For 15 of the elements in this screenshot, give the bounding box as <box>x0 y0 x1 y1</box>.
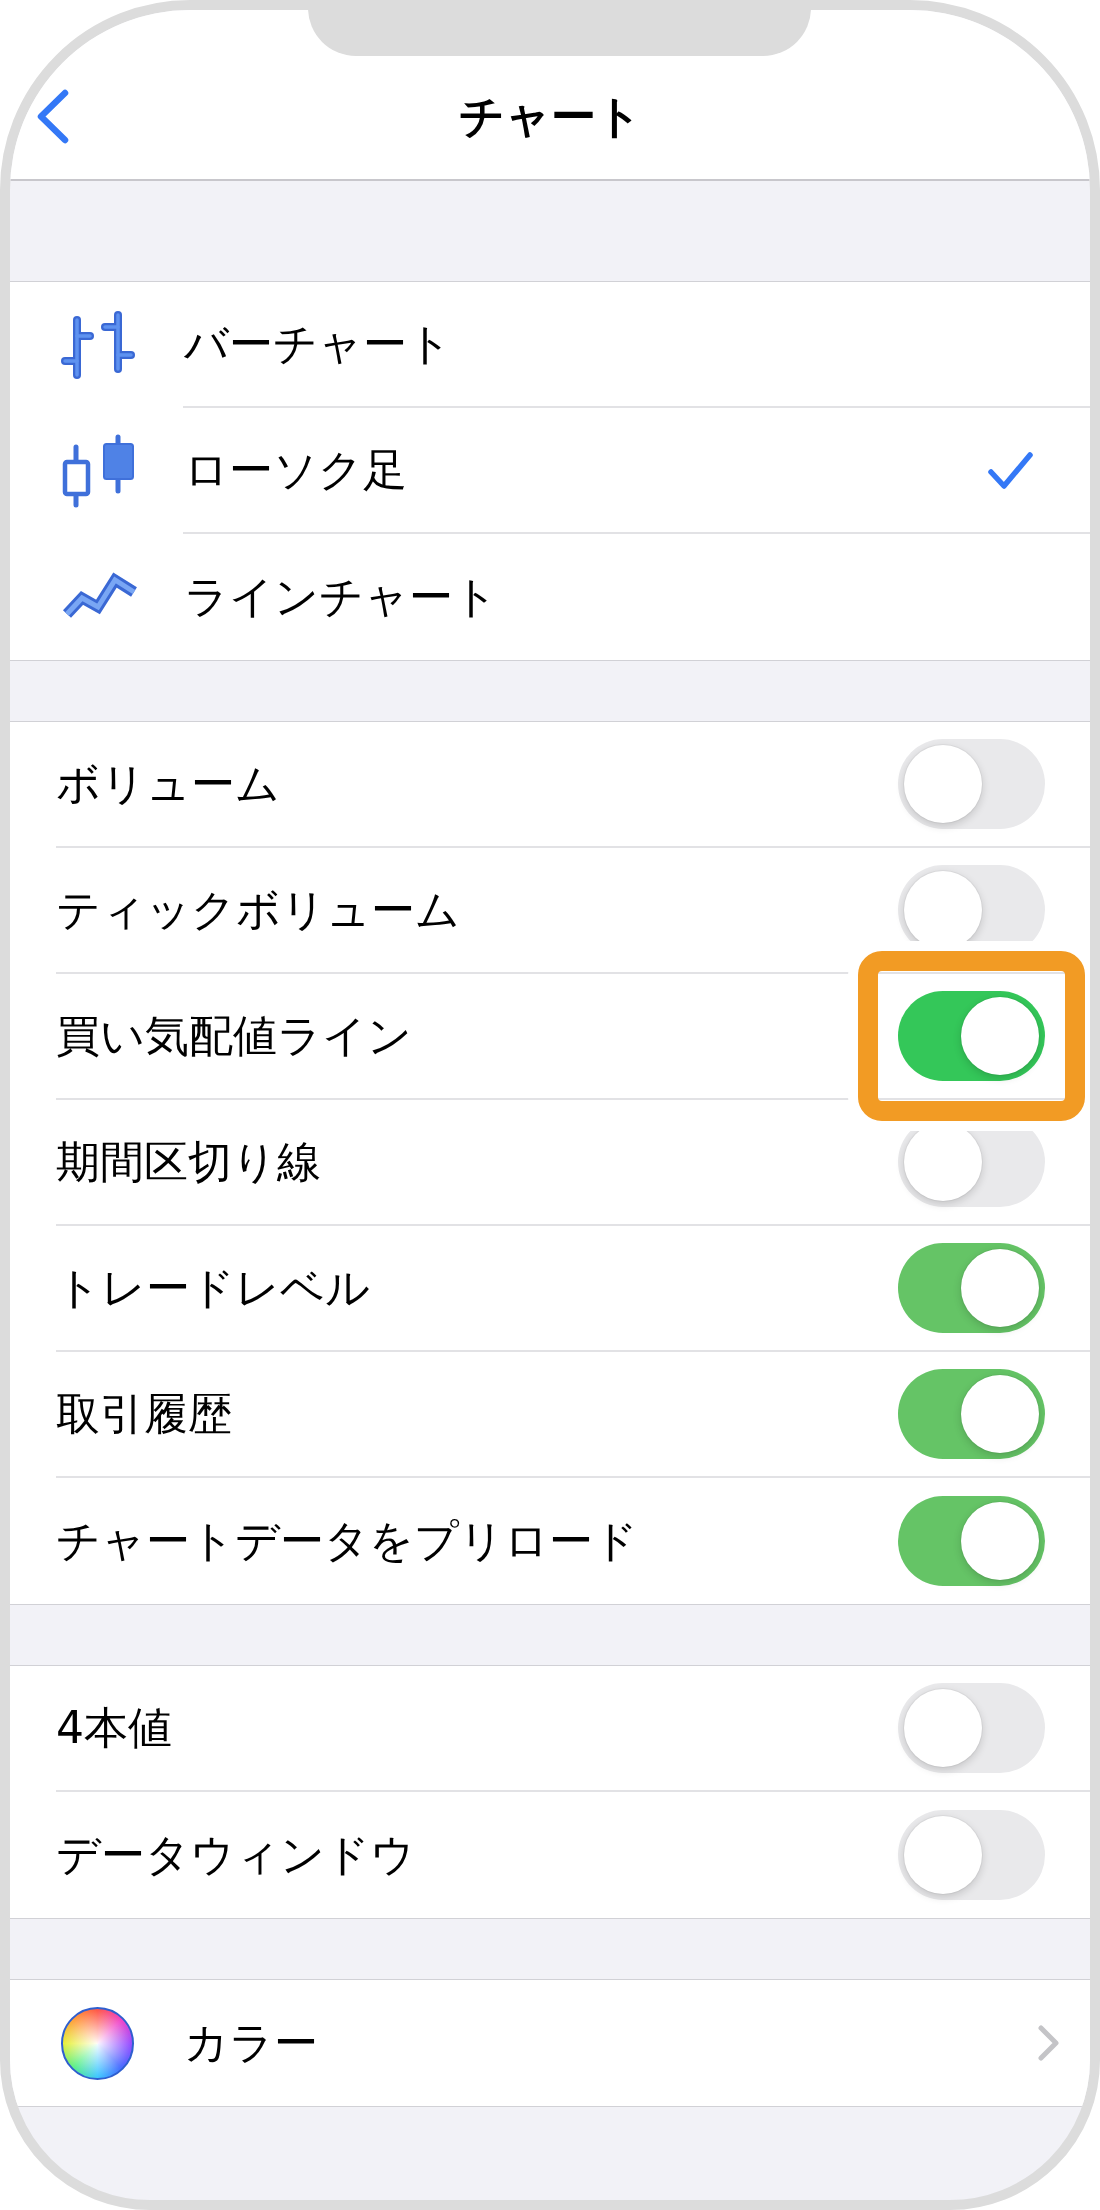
setting-label: チャートデータをプリロード <box>56 1513 638 1568</box>
back-button[interactable] <box>36 89 70 144</box>
screen-title: チャート <box>458 89 642 144</box>
back-chevron-icon <box>36 89 70 144</box>
setting-label: 取引履歴 <box>56 1386 232 1441</box>
setting-label: トレードレベル <box>56 1260 370 1315</box>
chevron-right-icon <box>1037 2024 1061 2062</box>
setting-label: ボリューム <box>56 756 280 811</box>
bar-chart-icon <box>61 311 135 379</box>
setting-label: 4本値 <box>56 1700 172 1755</box>
setting-label: データウィンドウ <box>56 1827 415 1882</box>
setting-label: 買い気配値ライン <box>56 1008 412 1063</box>
candlestick-icon <box>61 434 135 508</box>
setting-label: ティックボリューム <box>56 882 460 937</box>
setting-label: 期間区切り線 <box>56 1134 321 1189</box>
